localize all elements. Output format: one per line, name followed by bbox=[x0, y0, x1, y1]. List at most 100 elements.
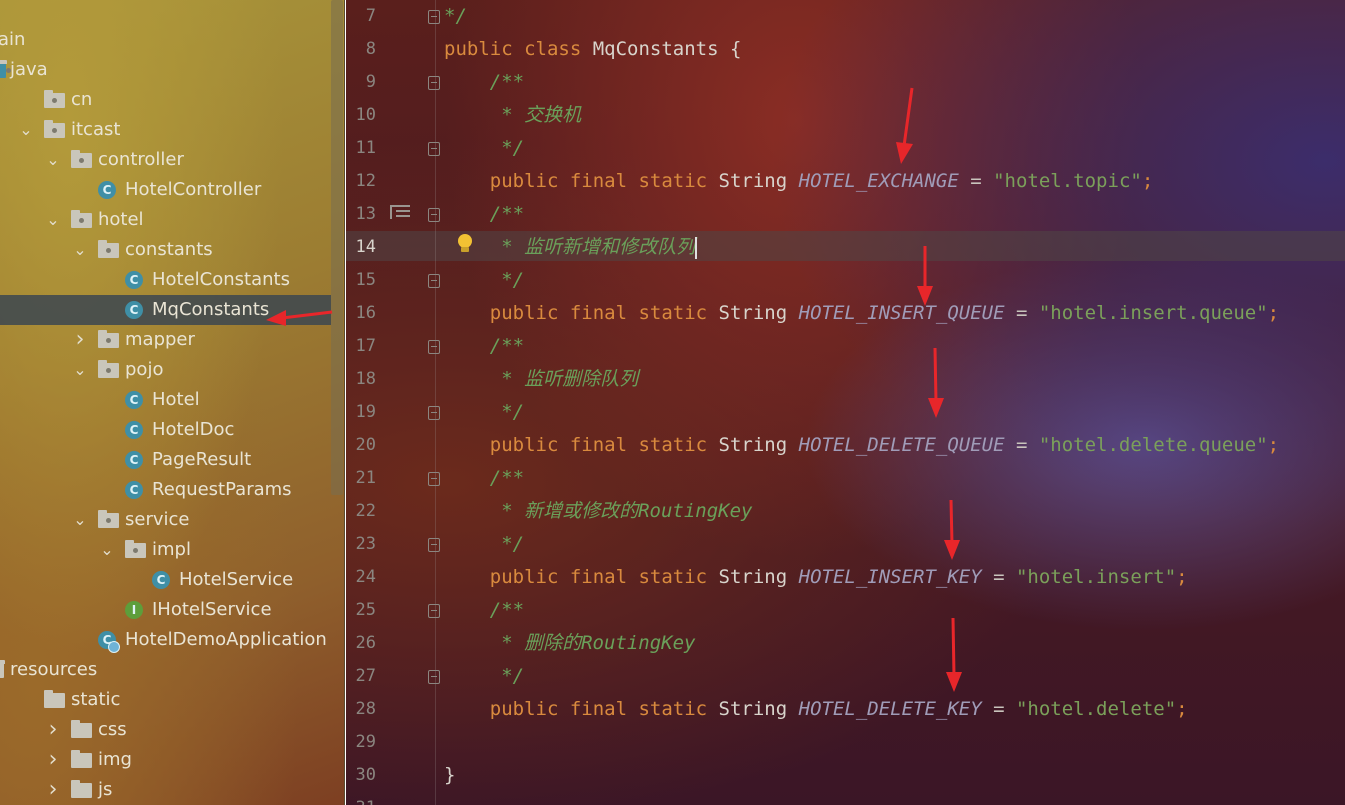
lightbulb-icon[interactable] bbox=[457, 234, 473, 252]
package-folder-icon bbox=[98, 330, 119, 348]
chevron-down-icon[interactable]: ⌄ bbox=[99, 535, 115, 565]
tree-item-cn[interactable]: cn bbox=[0, 85, 331, 115]
chevron-right-icon[interactable]: › bbox=[45, 745, 61, 775]
tree-item-ihotelservice[interactable]: I IHotelService bbox=[0, 595, 331, 625]
class-icon: C bbox=[152, 571, 170, 589]
code-token: public class bbox=[444, 38, 593, 60]
chevron-down-icon[interactable]: ⌄ bbox=[72, 505, 88, 535]
tree-item-hoteldoc[interactable]: C HotelDoc bbox=[0, 415, 331, 445]
fold-marker-icon[interactable] bbox=[428, 340, 440, 354]
code-token: String bbox=[718, 566, 799, 588]
fold-marker-icon[interactable] bbox=[428, 406, 440, 420]
line-number: 29 bbox=[355, 732, 376, 752]
tree-item-service[interactable]: ⌄ service bbox=[0, 505, 331, 535]
chevron-down-icon[interactable]: ⌄ bbox=[45, 205, 61, 235]
render-doc-icon[interactable] bbox=[390, 204, 412, 220]
tree-item-label: mapper bbox=[125, 329, 195, 350]
tree-item-mapper[interactable]: › mapper bbox=[0, 325, 331, 355]
code-line[interactable]: * 交换机 bbox=[444, 99, 581, 132]
tree-item-itcast[interactable]: ⌄ itcast bbox=[0, 115, 331, 145]
code-line[interactable]: */ bbox=[444, 396, 524, 429]
fold-marker-icon[interactable] bbox=[428, 274, 440, 288]
fold-marker-icon[interactable] bbox=[428, 472, 440, 486]
folder-icon bbox=[0, 660, 5, 678]
tree-item-java[interactable]: java bbox=[0, 55, 331, 85]
code-line[interactable]: public final static String HOTEL_INSERT_… bbox=[444, 561, 1188, 594]
tree-item-hotelservice[interactable]: C HotelService bbox=[0, 565, 331, 595]
panel-divider[interactable] bbox=[344, 0, 345, 805]
code-token: public final static bbox=[444, 170, 719, 192]
tree-item-label: PageResult bbox=[152, 449, 252, 470]
code-line[interactable]: public final static String HOTEL_DELETE_… bbox=[444, 693, 1188, 726]
code-token: ; bbox=[1267, 302, 1280, 324]
tree-item-static[interactable]: static bbox=[0, 685, 331, 715]
tree-item-pojo[interactable]: ⌄ pojo bbox=[0, 355, 331, 385]
tree-item-hotelconstants[interactable]: C HotelConstants bbox=[0, 265, 331, 295]
code-line[interactable]: public final static String HOTEL_DELETE_… bbox=[444, 429, 1279, 462]
tree-item-hotel[interactable]: ⌄ hotel bbox=[0, 205, 331, 235]
code-token: */ bbox=[444, 401, 525, 423]
code-line[interactable]: */ bbox=[444, 132, 524, 165]
code-line[interactable]: */ bbox=[444, 660, 524, 693]
chevron-right-icon[interactable]: › bbox=[45, 715, 61, 745]
tree-item-requestparams[interactable]: C RequestParams bbox=[0, 475, 331, 505]
tree-item-controller[interactable]: ⌄ controller bbox=[0, 145, 331, 175]
code-line[interactable]: public final static String HOTEL_EXCHANG… bbox=[444, 165, 1154, 198]
chevron-right-icon[interactable]: › bbox=[45, 775, 61, 805]
code-line[interactable]: */ bbox=[444, 0, 467, 33]
code-line[interactable]: public class MqConstants { bbox=[444, 33, 741, 66]
line-number: 19 bbox=[355, 402, 376, 422]
code-line[interactable]: */ bbox=[444, 264, 524, 297]
tree-scrollbar-thumb[interactable] bbox=[331, 0, 343, 495]
code-line[interactable]: * 删除的RoutingKey bbox=[444, 627, 695, 660]
tree-item-hotelcontroller[interactable]: C HotelController bbox=[0, 175, 331, 205]
fold-marker-icon[interactable] bbox=[428, 670, 440, 684]
tree-item-js[interactable]: › js bbox=[0, 775, 331, 805]
tree-item-constants[interactable]: ⌄ constants bbox=[0, 235, 331, 265]
tree-item-resources[interactable]: resources bbox=[0, 655, 331, 685]
code-token: * 新增或修改的RoutingKey bbox=[444, 500, 753, 522]
fold-marker-icon[interactable] bbox=[428, 604, 440, 618]
chevron-down-icon[interactable]: ⌄ bbox=[72, 235, 88, 265]
tree-item-label: HotelDemoApplication bbox=[125, 629, 327, 650]
code-line[interactable]: } bbox=[444, 759, 455, 792]
chevron-down-icon[interactable]: ⌄ bbox=[18, 115, 34, 145]
code-token: /** bbox=[444, 467, 525, 489]
code-line[interactable]: /** bbox=[444, 66, 524, 99]
code-line[interactable]: * 监听新增和修改队列 bbox=[444, 231, 698, 264]
tree-item-label: MqConstants bbox=[152, 299, 270, 320]
fold-marker-icon[interactable] bbox=[428, 142, 440, 156]
code-token: */ bbox=[444, 137, 525, 159]
code-line[interactable]: * 监听删除队列 bbox=[444, 363, 638, 396]
tree-item-img[interactable]: › img bbox=[0, 745, 331, 775]
tree-item-pageresult[interactable]: C PageResult bbox=[0, 445, 331, 475]
code-line[interactable]: /** bbox=[444, 462, 524, 495]
fold-marker-icon[interactable] bbox=[428, 208, 440, 222]
code-token: */ bbox=[444, 269, 525, 291]
code-line[interactable]: public final static String HOTEL_INSERT_… bbox=[444, 297, 1279, 330]
code-line[interactable]: */ bbox=[444, 528, 524, 561]
package-folder-icon bbox=[44, 120, 65, 138]
fold-marker-icon[interactable] bbox=[428, 76, 440, 90]
chevron-down-icon[interactable]: ⌄ bbox=[45, 145, 61, 175]
code-line[interactable]: /** bbox=[444, 198, 524, 231]
tree-item-label: constants bbox=[125, 239, 213, 260]
fold-marker-icon[interactable] bbox=[428, 10, 440, 24]
tree-item-hoteldemoapplication[interactable]: C HotelDemoApplication bbox=[0, 625, 331, 655]
tree-item-label: HotelDoc bbox=[152, 419, 235, 440]
chevron-right-icon[interactable]: › bbox=[72, 325, 88, 355]
tree-item-impl[interactable]: ⌄ impl bbox=[0, 535, 331, 565]
tree-item-label: hotel bbox=[98, 209, 144, 230]
code-line[interactable]: * 新增或修改的RoutingKey bbox=[444, 495, 752, 528]
tree-item-ain[interactable]: ain bbox=[0, 25, 331, 55]
tree-item-hotel[interactable]: C Hotel bbox=[0, 385, 331, 415]
fold-marker-icon[interactable] bbox=[428, 538, 440, 552]
code-line[interactable]: /** bbox=[444, 594, 524, 627]
package-folder-icon bbox=[98, 360, 119, 378]
tree-item-css[interactable]: › css bbox=[0, 715, 331, 745]
line-number: 17 bbox=[355, 336, 376, 356]
code-line[interactable]: /** bbox=[444, 330, 524, 363]
chevron-down-icon[interactable]: ⌄ bbox=[72, 355, 88, 385]
code-editor[interactable]: 7 */ 8 public class MqConstants {9 /** 10 * … bbox=[346, 0, 1345, 805]
line-number: 28 bbox=[355, 699, 376, 719]
